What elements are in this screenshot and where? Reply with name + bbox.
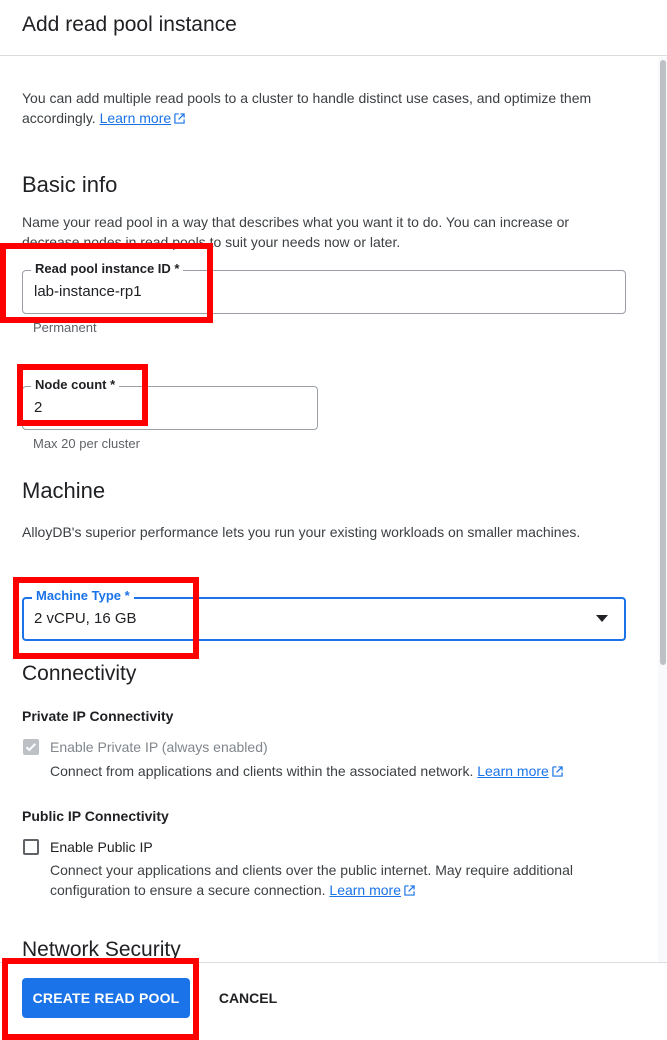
private-ip-checkbox[interactable]	[23, 739, 39, 755]
public-ip-checkbox-label: Enable Public IP	[50, 839, 153, 855]
public-ip-description: Connect your applications and clients ov…	[50, 862, 573, 898]
create-read-pool-button[interactable]: CREATE READ POOL	[22, 978, 190, 1018]
private-ip-description: Connect from applications and clients wi…	[50, 761, 630, 781]
intro-learn-more-link[interactable]: Learn more	[100, 110, 186, 126]
machine-description: AlloyDB's superior performance lets you …	[22, 524, 581, 540]
node-count-hint: Max 20 per cluster	[33, 436, 140, 451]
private-ip-title: Private IP Connectivity	[22, 708, 174, 724]
public-ip-checkbox[interactable]	[23, 839, 39, 855]
network-security-title: Network Security	[22, 938, 181, 961]
private-ip-learn-more-link[interactable]: Learn more	[477, 763, 563, 779]
public-ip-title: Public IP Connectivity	[22, 808, 169, 824]
external-link-icon	[404, 885, 415, 896]
basic-info-description: Name your read pool in a way that descri…	[22, 214, 570, 250]
caret-down-icon[interactable]	[596, 615, 608, 623]
intro-text: You can add multiple read pools to a clu…	[22, 88, 622, 128]
machine-type-select[interactable]: Machine Type * 2 vCPU, 16 GB	[22, 588, 626, 641]
node-count-field[interactable]: Node count * 2	[22, 377, 318, 430]
read-pool-instance-id-field[interactable]: Read pool instance ID * lab-instance-rp1	[22, 261, 626, 314]
external-link-icon	[552, 766, 563, 777]
read-pool-instance-id-value[interactable]: lab-instance-rp1	[34, 283, 142, 300]
read-pool-instance-id-label: Read pool instance ID *	[31, 261, 184, 277]
machine-type-label: Machine Type *	[32, 588, 134, 604]
external-link-icon	[174, 113, 185, 124]
private-ip-checkbox-label: Enable Private IP (always enabled)	[50, 739, 268, 755]
check-icon	[25, 743, 37, 752]
machine-title: Machine	[22, 478, 106, 503]
dialog-title: Add read pool instance	[22, 13, 237, 36]
public-ip-learn-more-link[interactable]: Learn more	[329, 882, 415, 898]
node-count-label: Node count *	[31, 377, 120, 393]
dialog-header: Add read pool instance	[0, 0, 667, 56]
basic-info-title: Basic info	[22, 172, 118, 197]
node-count-value[interactable]: 2	[34, 399, 42, 416]
scrollbar-thumb[interactable]	[660, 60, 666, 665]
cancel-button[interactable]: CANCEL	[206, 978, 290, 1018]
machine-type-value: 2 vCPU, 16 GB	[34, 610, 137, 627]
connectivity-title: Connectivity	[22, 662, 137, 685]
instance-id-hint: Permanent	[33, 320, 97, 335]
